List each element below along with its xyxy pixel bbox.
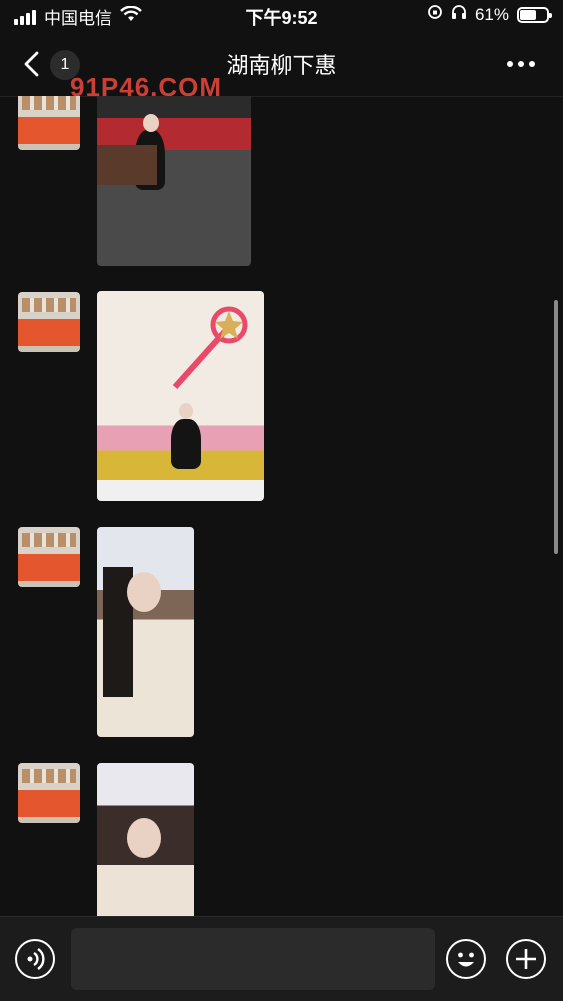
input-bar [0, 916, 563, 1001]
photo-face [127, 818, 161, 858]
voice-button[interactable] [15, 939, 55, 979]
status-right: 61% [427, 4, 552, 25]
image-message[interactable] [97, 96, 251, 266]
image-message[interactable] [97, 527, 194, 737]
message-list[interactable] [0, 96, 563, 916]
plus-icon [516, 949, 536, 969]
sender-avatar[interactable] [18, 527, 80, 587]
sender-avatar[interactable] [18, 763, 80, 823]
headphones-icon [451, 4, 467, 25]
sender-avatar[interactable] [18, 292, 80, 352]
orientation-lock-icon [427, 4, 443, 25]
more-button[interactable] [503, 52, 539, 76]
photo-face [127, 572, 161, 612]
battery-percent: 61% [474, 4, 509, 24]
photo-figure [171, 419, 201, 469]
emoji-icon [458, 952, 474, 967]
battery-level-fill [520, 9, 536, 20]
photo-face [179, 403, 193, 419]
image-message[interactable] [97, 291, 264, 501]
photo-face [143, 114, 159, 132]
chat-header: 1 湖南柳下惠 91P46.COM [0, 32, 563, 102]
message-input[interactable] [71, 928, 435, 990]
image-message[interactable] [97, 763, 194, 916]
wand-graphic [172, 306, 248, 389]
more-icon [507, 61, 513, 67]
sender-avatar[interactable] [18, 96, 80, 150]
voice-icon [27, 948, 45, 970]
photo-bench [97, 145, 157, 185]
status-bar: 中国电信 下午9:52 61% [0, 0, 563, 32]
more-actions-button[interactable] [506, 939, 546, 979]
scrollbar[interactable] [554, 300, 558, 554]
battery-icon [517, 6, 552, 23]
emoji-button[interactable] [446, 939, 486, 979]
